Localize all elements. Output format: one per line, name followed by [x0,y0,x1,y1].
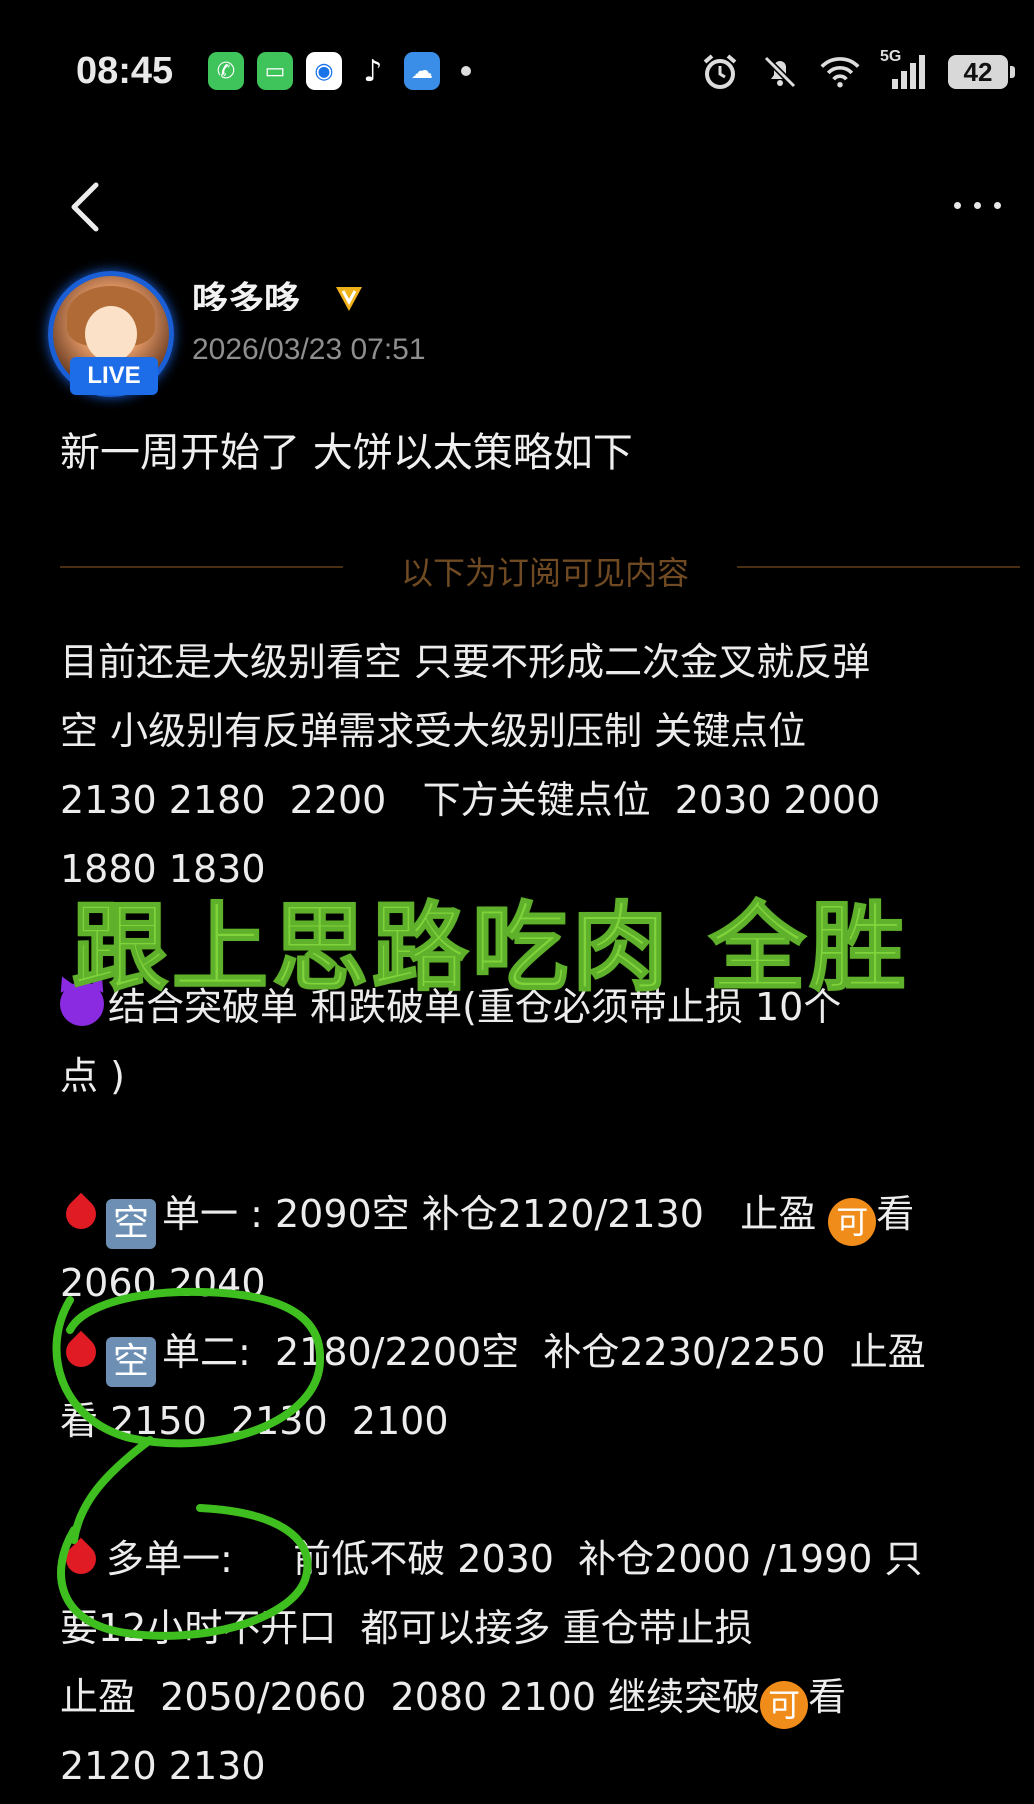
phone-app-icon: ✆ [208,52,244,90]
wifi-icon [820,52,860,92]
network-type-label: 5G [880,48,902,65]
body-line: 2120 2130 [60,1744,266,1788]
kong-emoji-icon: 空 [106,1337,156,1387]
body-line: 2060 2040 [60,1261,266,1305]
blood-drop-icon [59,1537,103,1581]
divider-line-left [60,566,343,568]
short-order-2: 空单二: 2180/2200空 补仓2230/2250 止盈 [59,1318,1020,1387]
status-time: 08:45 [76,50,174,92]
more-notifications-dot [461,66,471,76]
body-text: 单二: 2180/2200空 补仓2230/2250 止盈 [162,1330,926,1374]
body-text: 止盈 2050/2060 2080 2100 继续突破 [60,1675,761,1719]
more-dot-icon [973,201,981,209]
long-order-1: 多单一: 前低不破 2030 补仓2000 /1990 只 [59,1525,1020,1594]
subscriber-divider: 以下为订阅可见内容 [60,548,1020,592]
battery-icon: 42 [948,55,1015,89]
weather-app-icon: ☁ [404,52,440,90]
short-order-1: 空单一 : 2090空 补仓2120/2130 止盈 可看 [59,1180,1020,1249]
alarm-icon [700,52,740,92]
mute-icon [760,52,800,92]
signal-5g-icon: 5G [880,48,928,92]
author-name[interactable]: 哆多哆 [192,271,300,311]
back-button[interactable] [60,177,110,237]
more-dot-icon [993,201,1001,209]
blood-drop-icon [59,1330,103,1374]
author-header: LIVE 哆多哆 2026/03/23 07:51 [40,271,1000,397]
post-body: 目前还是大级别看空 只要不形成二次金叉就反弹 空 小级别有反弹需求受大级别压制 … [59,628,1020,1801]
status-bar: 08:45 ✆ ▭ ◉ ♪ ☁ 5G 42 [0,0,1034,150]
body-text: 多单一: 前低不破 2030 补仓2000 /1990 只 [106,1537,923,1581]
messages-app-icon: ▭ [257,52,293,90]
tiktok-app-icon: ♪ [355,52,391,90]
body-line: 2130 2180 2200 下方关键点位 2030 2000 [60,778,881,822]
kong-emoji-icon: 空 [106,1199,156,1249]
post-title: 新一周开始了 大饼以太策略如下 [60,430,633,476]
live-badge[interactable]: LIVE [70,357,158,395]
body-line: 点 ) [60,1054,125,1098]
top-nav-bar [0,165,1034,245]
body-line: 止盈 2050/2060 2080 2100 继续突破可看 [60,1663,1020,1732]
verified-badge-icon [332,283,366,313]
more-options-button[interactable] [942,185,1012,225]
body-line: 目前还是大级别看空 只要不形成二次金叉就反弹 [60,640,871,684]
body-text: 看 [808,1675,847,1719]
browser-app-icon: ◉ [306,52,342,90]
subscriber-content-label: 以下为订阅可见内容 [400,554,689,592]
post-timestamp: 2026/03/23 07:51 [192,333,426,366]
ke-emoji-icon: 可 [760,1681,809,1729]
avatar-face [85,306,137,362]
battery-level: 42 [963,56,993,87]
body-text: 看 [876,1192,915,1236]
notification-icons: ✆ ▭ ◉ ♪ ☁ [208,52,471,90]
body-line: 空 小级别有反弹需求受大级别压制 关键点位 [60,709,807,753]
ke-emoji-icon: 可 [828,1198,877,1246]
body-line: 看 2150 2130 2100 [60,1399,449,1443]
body-line: 要12小时不开口 都可以接多 重仓带止损 [60,1606,753,1650]
more-dot-icon [953,201,961,209]
divider-line-right [737,566,1020,568]
body-text: 单一 : 2090空 补仓2120/2130 止盈 [162,1192,817,1236]
promo-overlay-text: 跟上思路吃肉 全胜 [71,891,910,1005]
system-icons: 5G 42 [700,48,1015,92]
chevron-left-icon [71,182,99,232]
blood-drop-icon [59,1192,103,1236]
